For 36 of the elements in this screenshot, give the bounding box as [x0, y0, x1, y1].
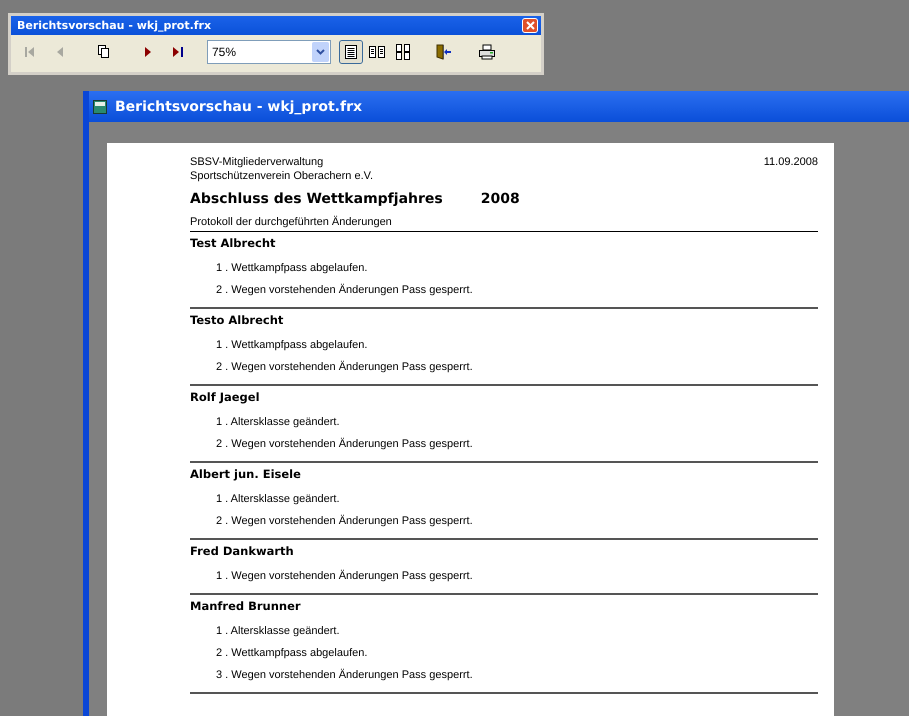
window-icon: [93, 100, 107, 114]
change-entry: 1 . Wettkampfpass abgelaufen.: [215, 261, 368, 276]
window-title: Berichtsvorschau - wkj_prot.frx: [115, 98, 362, 114]
report-subtitle: Protokoll der durchgeführten Änderungen: [190, 215, 818, 232]
report-title: Abschluss des Wettkampfjahres: [190, 191, 443, 207]
change-entry: 1 . Altersklasse geändert.: [215, 415, 341, 430]
member-name: Test Albrecht: [190, 235, 277, 251]
change-entry: 1 . Wettkampfpass abgelaufen.: [215, 338, 368, 353]
zoom-dropdown[interactable]: 75%: [207, 40, 331, 64]
member-name: Testo Albrecht: [190, 312, 284, 328]
change-entry: 1 . Altersklasse geändert.: [215, 624, 341, 639]
printer-icon: [478, 43, 496, 61]
club-name: Sportschützenverein Oberachern e.V.: [190, 169, 374, 183]
report-date: 11.09.2008: [764, 155, 818, 170]
four-pages-icon: [394, 43, 412, 61]
change-entry: 2 . Wegen vorstehenden Änderungen Pass gesperrt.: [215, 514, 474, 529]
change-entry: 1 . Wegen vorstehenden Änderungen Pass gesperrt.: [215, 568, 474, 584]
close-icon: [524, 20, 536, 31]
member-name: Manfred Brunner: [190, 598, 302, 614]
change-entry: 3 . Wegen vorstehenden Änderungen Pass gesperrt.: [215, 668, 474, 683]
change-entry: 2 . Wettkampfpass abgelaufen.: [215, 646, 368, 661]
member-name: Albert jun. Eisele: [190, 466, 302, 482]
report-year: 2008: [480, 191, 520, 207]
one-page-view-button[interactable]: [339, 40, 363, 64]
close-button[interactable]: [522, 18, 538, 33]
member-name: Rolf Jaegel: [190, 389, 261, 405]
two-pages-icon: [368, 43, 386, 61]
change-entry: 2 . Wegen vorstehenden Änderungen Pass gesperrt.: [215, 360, 474, 375]
organization-name: SBSV-Mitgliederverwaltung: [190, 155, 324, 169]
single-page-icon: [342, 43, 360, 61]
change-entry: 2 . Wegen vorstehenden Änderungen Pass gesperrt.: [215, 282, 474, 298]
member-name: Fred Dankwarth: [190, 543, 295, 559]
change-entry: 1 . Altersklasse geändert.: [215, 492, 341, 507]
change-entry: 2 . Wegen vorstehenden Änderungen Pass gesperrt.: [215, 436, 474, 452]
door-arrow-icon: [434, 43, 452, 61]
window-title: Berichtsvorschau - wkj_prot.frx: [17, 19, 212, 32]
